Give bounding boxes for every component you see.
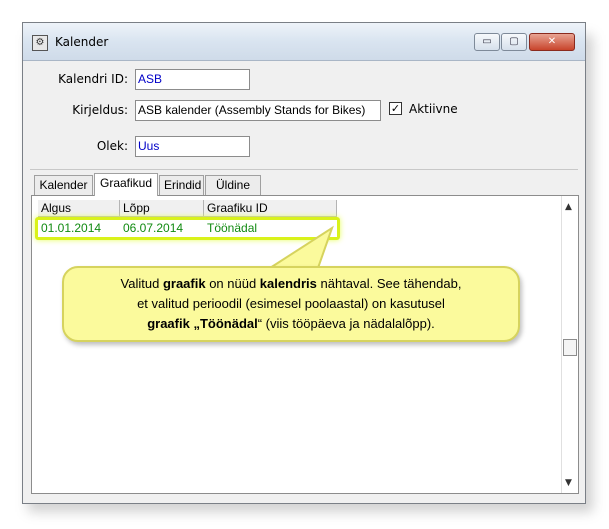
row-highlight [35, 217, 340, 240]
tab-erindid[interactable]: Erindid [159, 175, 204, 195]
status-label: Olek: [96, 139, 128, 153]
close-button[interactable]: ✕ [529, 33, 575, 51]
form-divider [30, 169, 578, 170]
description-label: Kirjeldus: [72, 103, 128, 117]
tab-kalender[interactable]: Kalender [34, 175, 93, 195]
schedules-panel: Algus Lõpp Graafiku ID 01.01.2014 06.07.… [31, 195, 579, 494]
scroll-up-arrow-icon[interactable]: ▲ [565, 202, 572, 212]
column-header-algus[interactable]: Algus [38, 200, 120, 217]
scroll-thumb[interactable] [563, 339, 577, 356]
tab-graafikud[interactable]: Graafikud [94, 173, 158, 196]
title-bar[interactable]: ⚙ Kalender ▭ ▢ ✕ [23, 23, 585, 61]
calendar-window: ⚙ Kalender ▭ ▢ ✕ Kalendri ID: ASB Kirjel… [22, 22, 586, 504]
column-header-graafiku-id[interactable]: Graafiku ID [204, 200, 337, 217]
explanation-callout: Valitud graafik on nüüd kalendris nähtav… [62, 266, 520, 342]
description-field[interactable]: ASB kalender (Assembly Stands for Bikes) [135, 100, 381, 121]
calendar-id-field[interactable]: ASB [135, 69, 250, 90]
vertical-scrollbar[interactable]: ▲ ▼ [561, 196, 578, 493]
scroll-down-arrow-icon[interactable]: ▼ [565, 478, 572, 488]
active-label: Aktiivne [409, 102, 458, 116]
status-field[interactable]: Uus [135, 136, 250, 157]
column-header-lopp[interactable]: Lõpp [120, 200, 204, 217]
app-icon: ⚙ [32, 35, 48, 51]
tab-uldine[interactable]: Üldine [205, 175, 261, 195]
maximize-button[interactable]: ▢ [501, 33, 527, 51]
callout-line-2: et valitud perioodil (esimesel poolaasta… [137, 296, 445, 311]
callout-line-3: graafik „Töönädal“ (viis tööpäeva ja näd… [147, 316, 435, 331]
minimize-button[interactable]: ▭ [474, 33, 500, 51]
window-title: Kalender [55, 35, 109, 49]
calendar-id-label: Kalendri ID: [58, 72, 128, 86]
calendar-form: Kalendri ID: ASB Kirjeldus: ASB kalender… [23, 61, 585, 191]
active-checkbox[interactable]: ✓ [389, 102, 402, 115]
callout-line-1: Valitud graafik on nüüd kalendris nähtav… [120, 276, 462, 291]
